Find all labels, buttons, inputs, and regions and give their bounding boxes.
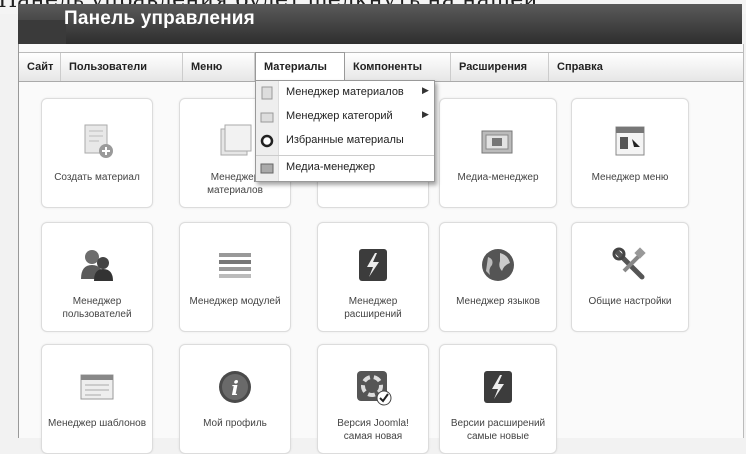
dropdown-item-featured-articles[interactable]: Избранные материалы bbox=[256, 129, 434, 153]
tile-label: Создать материал bbox=[54, 172, 140, 183]
modules-icon bbox=[213, 245, 257, 285]
tile-label: Менеджер шаблонов bbox=[47, 418, 147, 429]
extension-updates-icon bbox=[476, 367, 520, 407]
tile-label: Менеджер меню bbox=[591, 172, 669, 183]
settings-icon bbox=[608, 245, 652, 285]
tile-add-article[interactable]: Создать материал bbox=[41, 98, 153, 208]
tile-label: Мой профиль bbox=[203, 418, 267, 429]
title-bar: Панель управления bbox=[18, 4, 742, 44]
tile-global-configuration[interactable]: Общие настройки bbox=[571, 222, 689, 332]
tile-extension-manager[interactable]: Менеджер расширений bbox=[317, 222, 429, 332]
menu-help[interactable]: Справка bbox=[549, 53, 619, 81]
menu-bar: Сайт Пользователи Меню Материалы Компоне… bbox=[19, 52, 743, 82]
dropdown-item-category-manager[interactable]: Менеджер категорий ▶ bbox=[256, 105, 434, 129]
dropdown-item-article-manager[interactable]: Менеджер материалов ▶ bbox=[256, 81, 434, 105]
menu-extensions[interactable]: Расширения bbox=[451, 53, 549, 81]
joomla-icon bbox=[351, 367, 395, 407]
title-bar-left-block bbox=[18, 20, 66, 44]
tile-label: Менеджер модулей bbox=[189, 296, 281, 307]
add-article-icon bbox=[75, 121, 119, 161]
tile-module-manager[interactable]: Менеджер модулей bbox=[179, 222, 291, 332]
templates-icon bbox=[75, 367, 119, 407]
profile-icon: i bbox=[213, 367, 257, 407]
tile-media-manager[interactable]: Медиа-менеджер bbox=[439, 98, 557, 208]
menu-manager-icon bbox=[608, 121, 652, 161]
menu-content[interactable]: Материалы bbox=[255, 52, 345, 82]
extensions-icon bbox=[351, 245, 395, 285]
svg-text:i: i bbox=[231, 376, 239, 400]
users-icon bbox=[75, 245, 119, 285]
articles-icon bbox=[260, 86, 274, 100]
tile-label: Медиа-менеджер bbox=[457, 172, 539, 183]
tile-language-manager[interactable]: Менеджер языков bbox=[439, 222, 557, 332]
submenu-arrow-icon: ▶ bbox=[422, 109, 429, 119]
control-panel: Сайт Пользователи Меню Материалы Компоне… bbox=[18, 44, 744, 454]
submenu-arrow-icon: ▶ bbox=[422, 85, 429, 95]
categories-icon bbox=[260, 110, 274, 124]
menu-components[interactable]: Компоненты bbox=[345, 53, 451, 81]
tile-label: Менеджер языков bbox=[456, 296, 540, 307]
article-manager-icon bbox=[213, 121, 257, 161]
tile-label: Версия Joomla! самая новая bbox=[337, 418, 409, 442]
menu-site[interactable]: Сайт bbox=[19, 53, 61, 81]
tile-label: Версии расширений самые новые bbox=[450, 418, 546, 442]
featured-icon bbox=[260, 134, 274, 148]
tile-label: Общие настройки bbox=[588, 296, 672, 307]
media-manager-icon bbox=[476, 121, 520, 161]
menu-users[interactable]: Пользователи bbox=[61, 53, 183, 81]
tile-menu-manager[interactable]: Менеджер меню bbox=[571, 98, 689, 208]
tile-user-manager[interactable]: Менеджер пользователей bbox=[41, 222, 153, 332]
content-dropdown-menu: Менеджер материалов ▶ Менеджер категорий… bbox=[255, 80, 435, 182]
dropdown-item-media-manager[interactable]: Медиа-менеджер bbox=[256, 155, 434, 180]
tile-label: Менеджер расширений bbox=[344, 296, 402, 320]
languages-icon bbox=[476, 245, 520, 285]
menu-menus[interactable]: Меню bbox=[183, 53, 255, 81]
media-icon bbox=[260, 161, 274, 175]
tile-label: Менеджер пользователей bbox=[62, 296, 132, 320]
page-title: Панель управления bbox=[64, 8, 255, 29]
